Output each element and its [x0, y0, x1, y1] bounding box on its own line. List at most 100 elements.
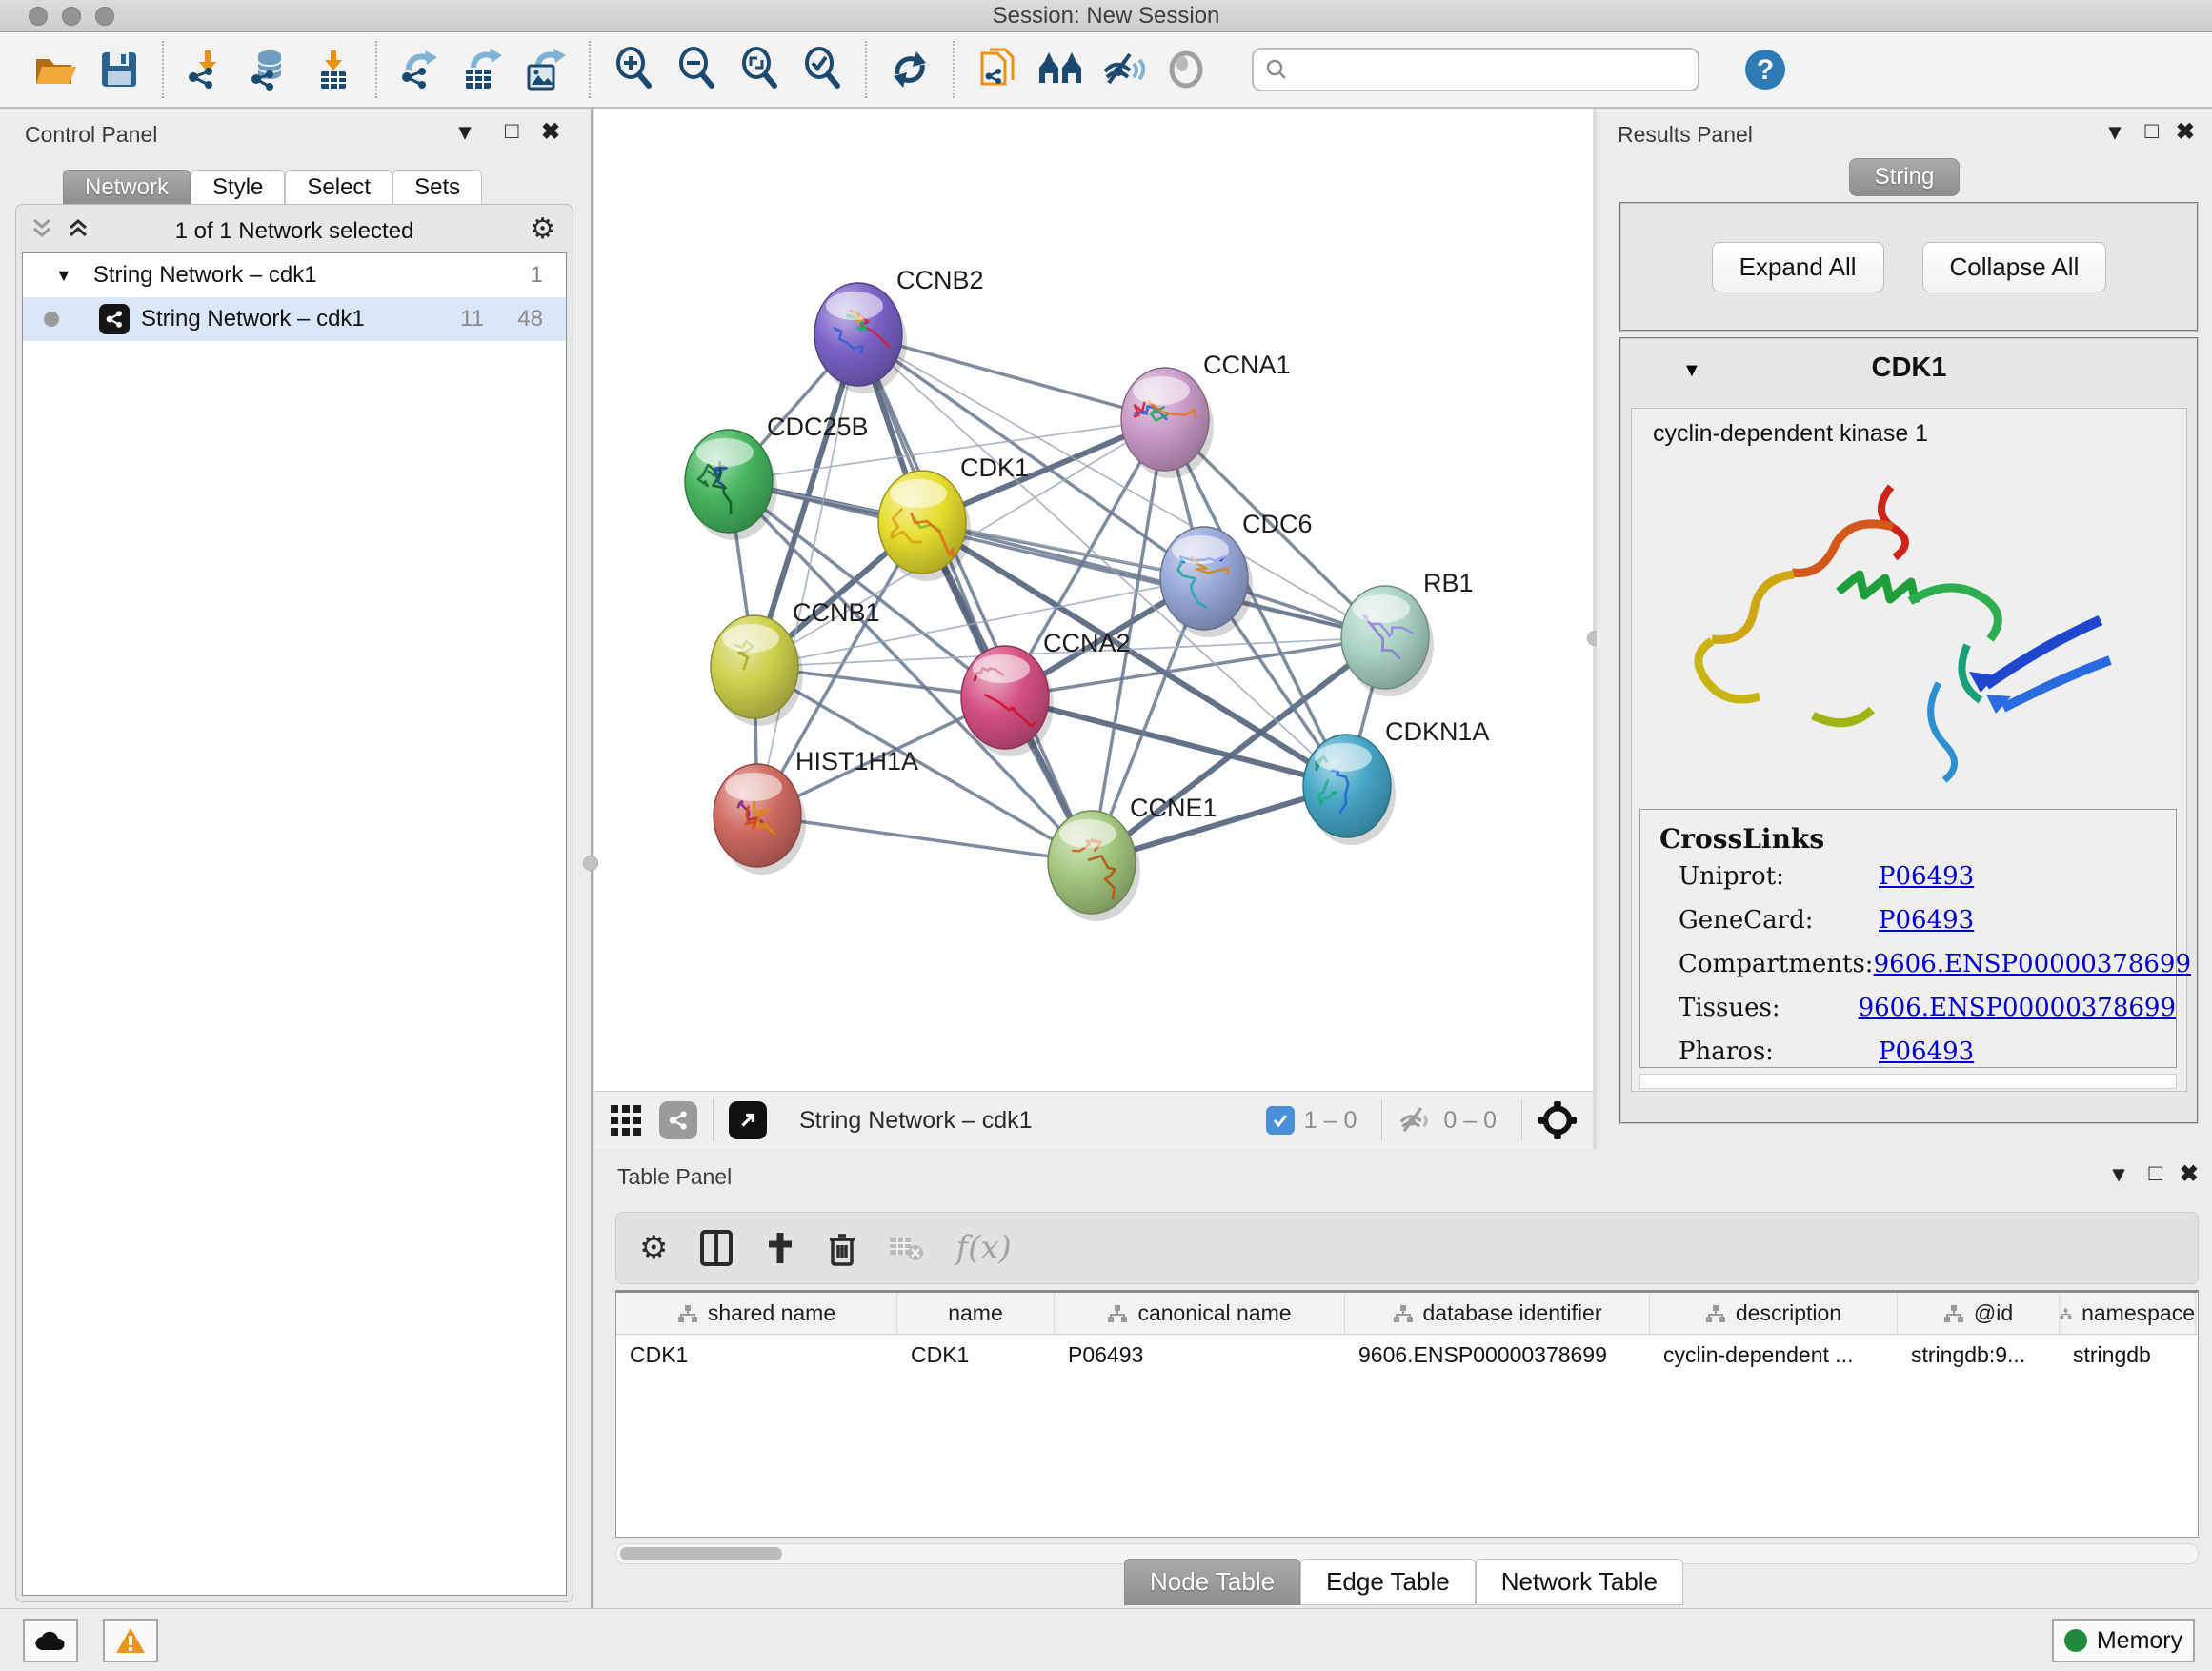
first-neighbors-button[interactable]	[1029, 39, 1092, 100]
network-birdseye-toggle-icon[interactable]	[659, 1101, 697, 1139]
network-edge[interactable]	[858, 334, 1092, 862]
search-field[interactable]	[1288, 57, 1669, 82]
network-node-ccnb2[interactable]: CCNB2	[814, 266, 984, 393]
network-node-rb1[interactable]: RB1	[1341, 569, 1474, 696]
save-session-button[interactable]	[88, 39, 151, 100]
network-node-hist1h1a[interactable]: HIST1H1A	[714, 747, 918, 875]
delete-table-icon	[889, 1234, 923, 1262]
column-header-shared-name[interactable]: shared name	[616, 1293, 897, 1334]
tab-edge-table[interactable]: Edge Table	[1300, 1559, 1476, 1605]
control-splitter-handle[interactable]	[583, 856, 598, 871]
cloud-status-button[interactable]	[23, 1619, 78, 1662]
crosslink-row: GeneCard:P06493	[1659, 898, 2176, 942]
panel-close-icon[interactable]: ✖	[541, 118, 560, 146]
tree-expand-arrow-icon[interactable]: ▼	[55, 266, 72, 286]
export-table-button[interactable]	[452, 39, 514, 100]
panel-close-icon[interactable]: ✖	[2176, 118, 2195, 146]
window-minimize-button[interactable]	[62, 7, 81, 26]
protein-structure-image	[1653, 458, 2167, 801]
gear-icon[interactable]: ⚙	[530, 212, 555, 246]
network-node-cdk1[interactable]: CDK1	[878, 453, 1029, 581]
zoom-out-button[interactable]	[665, 39, 728, 100]
show-columns-icon[interactable]	[700, 1230, 733, 1266]
table-row[interactable]: CDK1CDK1P064939606.ENSP00000378699cyclin…	[616, 1335, 2198, 1377]
panel-float-icon[interactable]: □	[505, 118, 519, 145]
import-table-from-file-button[interactable]	[301, 39, 364, 100]
network-node-ccne1[interactable]: CCNE1	[1048, 794, 1217, 921]
crosslink-link[interactable]: P06493	[1879, 1037, 1974, 1066]
toolbar-separator	[589, 41, 591, 98]
column-header-database-identifier[interactable]: database identifier	[1345, 1293, 1650, 1334]
window-zoom-button[interactable]	[95, 7, 114, 26]
column-header--id[interactable]: @id	[1898, 1293, 2060, 1334]
node-table[interactable]: shared namenamecanonical namedatabase id…	[615, 1290, 2199, 1538]
add-column-plus-icon[interactable]	[765, 1231, 795, 1265]
column-header-name[interactable]: name	[897, 1293, 1055, 1334]
tab-string[interactable]: String	[1849, 158, 1961, 196]
selected-checkbox-icon[interactable]	[1266, 1106, 1295, 1135]
detach-view-icon[interactable]	[729, 1101, 767, 1139]
network-node-cdc25b[interactable]: CDC25B	[685, 413, 869, 540]
crosslink-link[interactable]: 9606.ENSP00000378699	[1859, 994, 2176, 1022]
export-network-button[interactable]	[389, 39, 452, 100]
network-collection-row[interactable]: ▼ String Network – cdk1 1	[23, 253, 566, 297]
panel-undock-icon[interactable]: ▾	[459, 118, 471, 146]
tab-node-table[interactable]: Node Table	[1124, 1559, 1300, 1605]
table-cell: cyclin-dependent ...	[1650, 1335, 1898, 1377]
panel-float-icon[interactable]: □	[2149, 1160, 2163, 1187]
table-options-gear-icon[interactable]: ⚙	[639, 1229, 668, 1267]
panel-float-icon[interactable]: □	[2145, 118, 2160, 145]
zoom-fit-content-button[interactable]	[728, 39, 791, 100]
hidden-eye-slash-icon	[1398, 1105, 1434, 1136]
results-hscrollbar[interactable]	[1639, 1074, 2177, 1089]
zoom-in-icon	[613, 47, 654, 92]
network-row[interactable]: String Network – cdk1 11 48	[23, 297, 566, 341]
panel-close-icon[interactable]: ✖	[2180, 1160, 2199, 1188]
open-session-button[interactable]	[25, 39, 88, 100]
delete-column-trash-icon[interactable]	[828, 1230, 856, 1266]
import-network-from-database-button[interactable]	[238, 39, 301, 100]
new-network-from-selection-button[interactable]	[966, 39, 1029, 100]
window-close-button[interactable]	[29, 7, 48, 26]
hide-selected-button[interactable]	[1092, 39, 1155, 100]
tab-network-table[interactable]: Network Table	[1476, 1559, 1683, 1605]
import-network-from-file-button[interactable]	[175, 39, 238, 100]
zoom-selected-icon	[801, 47, 843, 92]
memory-button[interactable]: Memory	[2052, 1619, 2195, 1662]
help-button[interactable]: ?	[1734, 39, 1797, 100]
tab-select[interactable]: Select	[285, 170, 392, 206]
function-builder-fx-icon: f(x)	[955, 1229, 1011, 1267]
network-canvas[interactable]: CCNB2CCNA1CDC25BCDK1CDC6RB1CCNB1CCNA2CDK…	[594, 109, 1593, 1091]
network-node-cdc6[interactable]: CDC6	[1160, 510, 1313, 637]
column-source-icon	[1107, 1304, 1128, 1323]
crosslink-link[interactable]: 9606.ENSP00000378699	[1874, 950, 2191, 978]
search-input[interactable]	[1252, 48, 1699, 91]
table-cell: stringdb	[2060, 1335, 2196, 1377]
scrollbar-thumb[interactable]	[620, 1547, 782, 1560]
tab-style[interactable]: Style	[191, 170, 285, 206]
zoom-in-button[interactable]	[602, 39, 665, 100]
export-image-button[interactable]	[514, 39, 577, 100]
tab-network[interactable]: Network	[63, 170, 191, 206]
tab-sets[interactable]: Sets	[392, 170, 482, 206]
show-all-button[interactable]	[1155, 39, 1217, 100]
save-floppy-icon	[100, 50, 138, 89]
column-header-description[interactable]: description	[1650, 1293, 1898, 1334]
network-edge[interactable]	[757, 815, 1092, 862]
refresh-button[interactable]	[878, 39, 941, 100]
column-header-namespace[interactable]: namespace	[2060, 1293, 2196, 1334]
column-header-canonical-name[interactable]: canonical name	[1055, 1293, 1345, 1334]
birdseye-navigator-icon[interactable]	[1538, 1100, 1578, 1140]
network-edge[interactable]	[757, 334, 858, 815]
crosslink-link[interactable]: P06493	[1879, 862, 1974, 891]
network-node-cdkn1a[interactable]: CDKN1A	[1303, 717, 1490, 845]
panel-undock-icon[interactable]: ▾	[2113, 1160, 2124, 1188]
zoom-selected-button[interactable]	[791, 39, 854, 100]
collapse-all-button[interactable]: Collapse All	[1922, 242, 2107, 292]
grid-view-icon[interactable]	[610, 1104, 642, 1137]
expand-all-button[interactable]: Expand All	[1712, 242, 1884, 292]
panel-undock-icon[interactable]: ▾	[2109, 118, 2121, 146]
warnings-button[interactable]	[103, 1619, 158, 1662]
crosslink-link[interactable]: P06493	[1879, 906, 1974, 935]
search-icon	[1265, 58, 1288, 81]
